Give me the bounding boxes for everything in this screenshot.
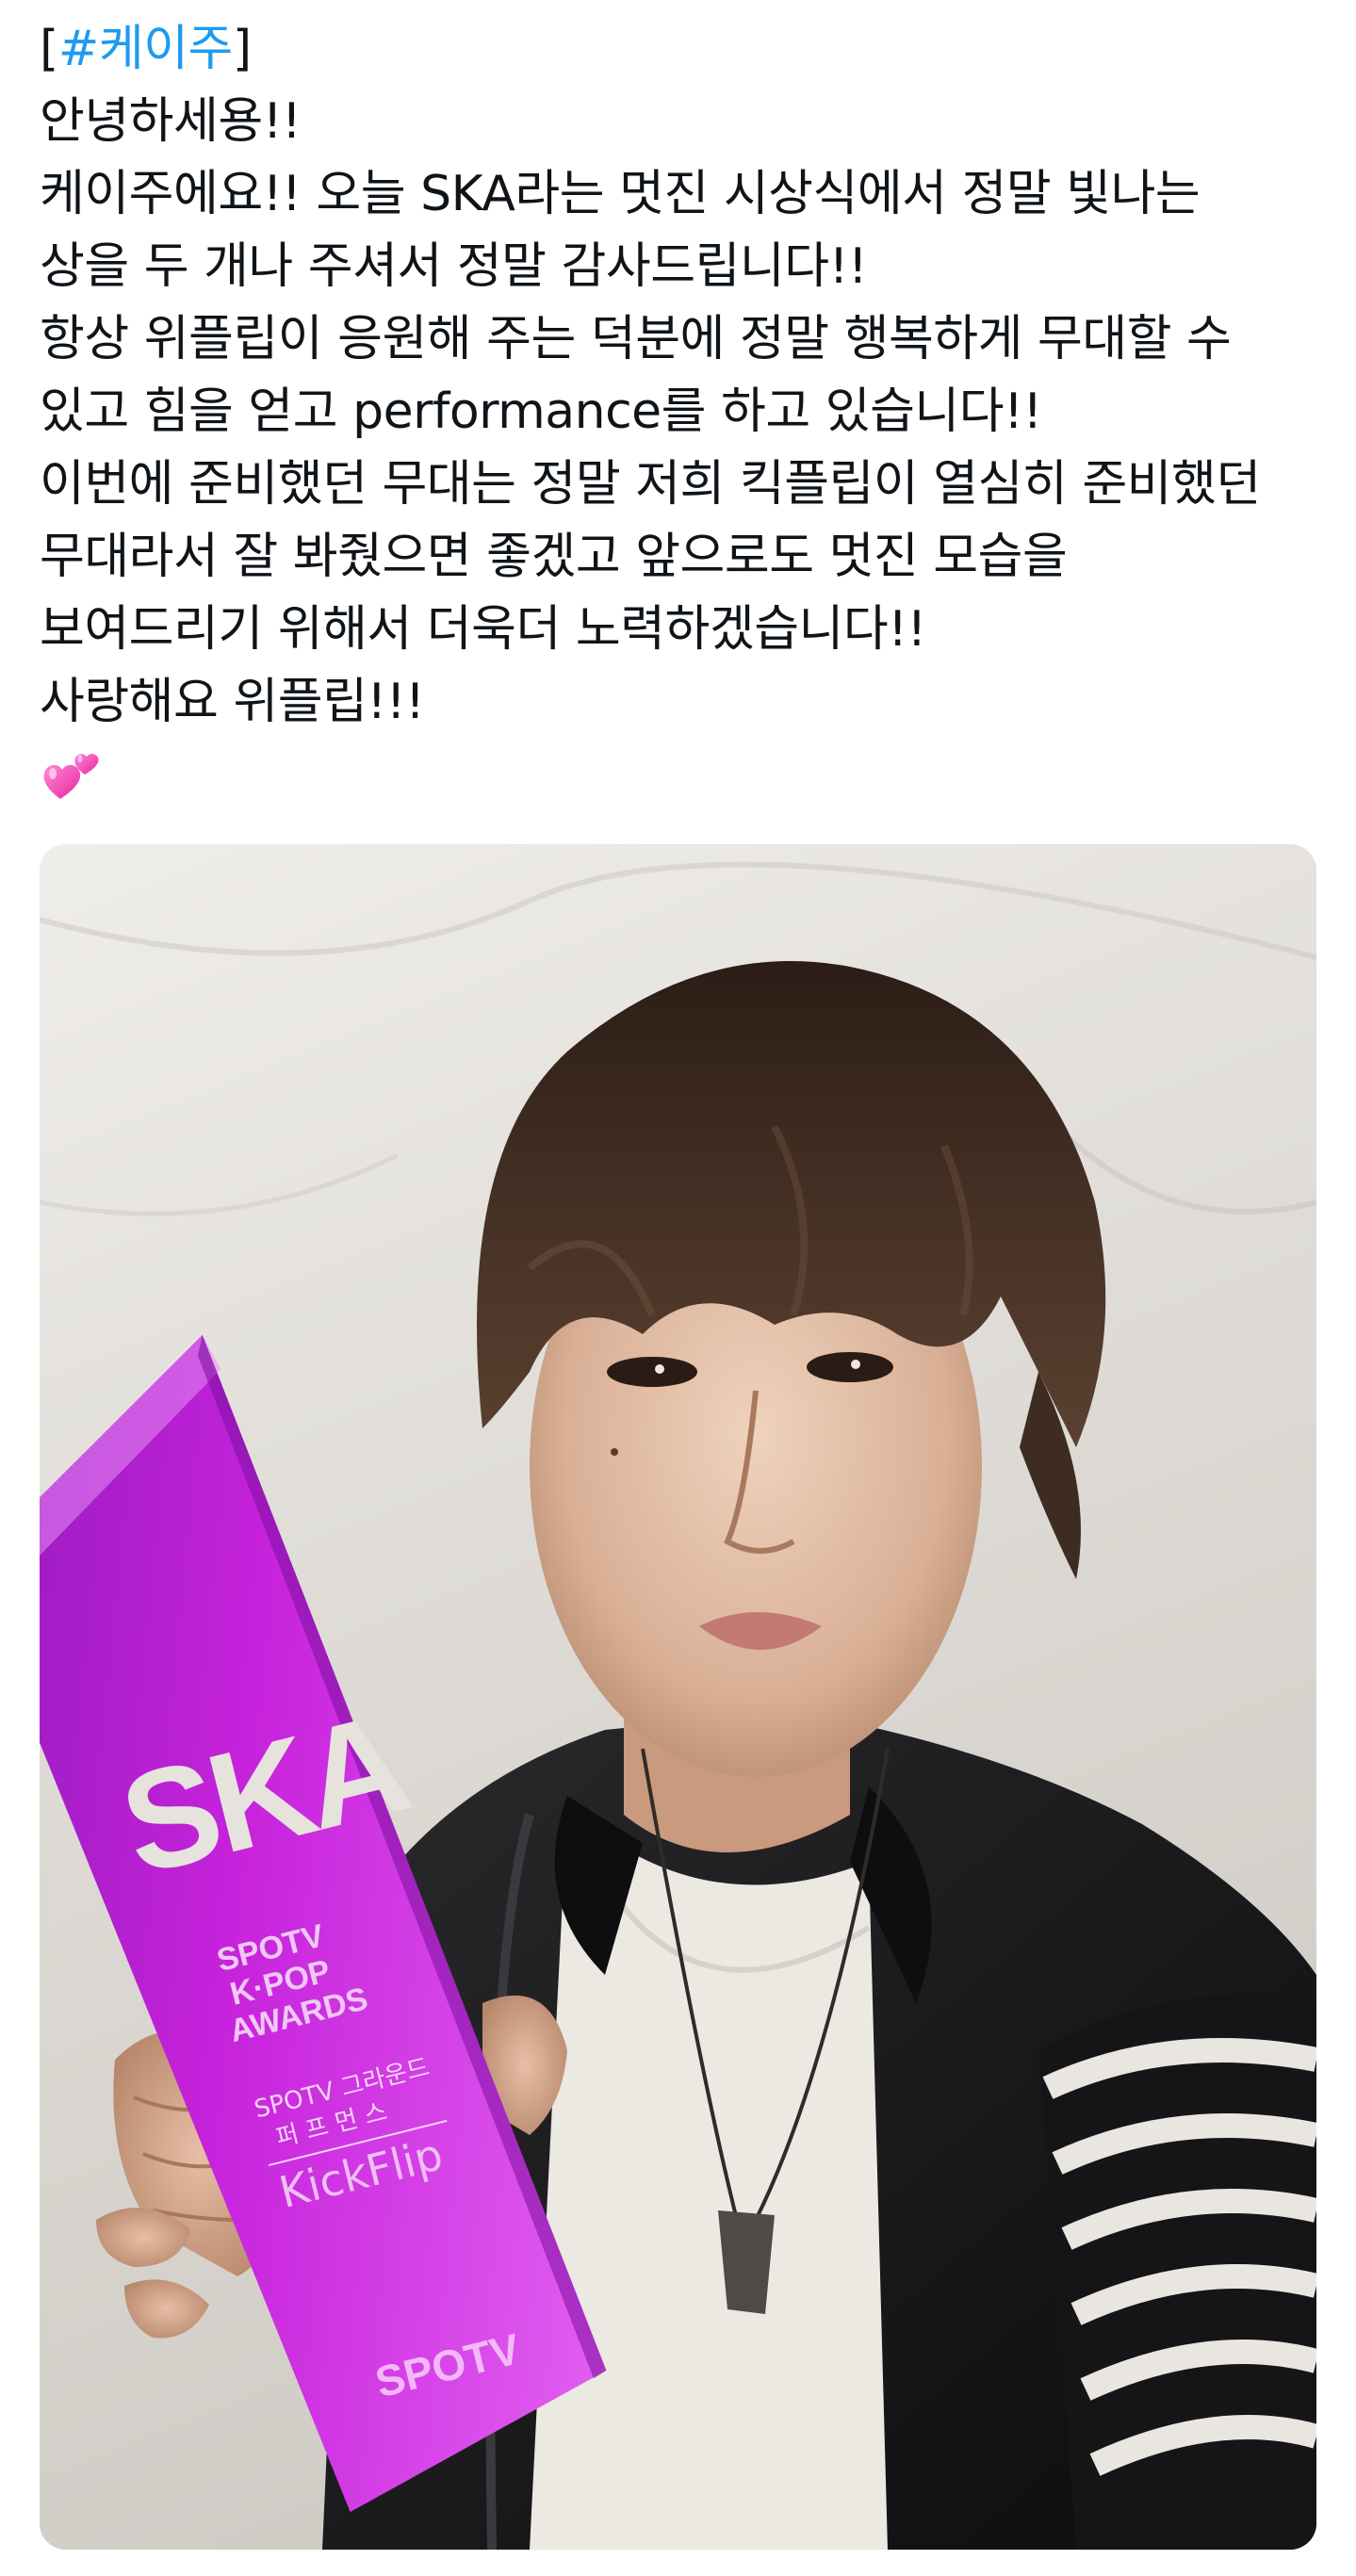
hashtag-line: [#케이주] (40, 13, 1321, 86)
post-line: 보여드리기 위해서 더욱더 노력하겠습니다!! (40, 601, 926, 658)
photo-illustration: SKA SPOTV K·POP AWARDS SPOTV 그라운드 퍼 프 먼 … (40, 844, 1316, 2550)
post-line: 케이주에요!! 오늘 SKA라는 멋진 시상식에서 정말 빛나는 (40, 166, 1201, 222)
post-line: 무대라서 잘 봐줬으면 좋겠고 앞으로도 멋진 모습을 (40, 529, 1068, 585)
post-line: 있고 힘을 얻고 performance를 하고 있습니다!! (40, 383, 1042, 440)
striped-sleeve (1038, 1995, 1316, 2550)
hashtag-bracket-open: [ (40, 21, 58, 77)
emoji-line (40, 739, 1321, 811)
post-line: 사랑해요 위플립!!! (40, 674, 425, 730)
post-photo[interactable]: SKA SPOTV K·POP AWARDS SPOTV 그라운드 퍼 프 먼 … (40, 844, 1316, 2550)
post-line: 항상 위플립이 응원해 주는 덕분에 정말 행복하게 무대할 수 (40, 311, 1232, 367)
two-hearts-icon (43, 754, 99, 799)
post-text: [#케이주] 안녕하세용!! 케이주에요!! 오늘 SKA라는 멋진 시상식에서… (40, 13, 1321, 811)
hashtag-link[interactable]: #케이주 (58, 21, 234, 77)
hashtag-bracket-close: ] (232, 21, 252, 77)
post-line: 이번에 준비했던 무대는 정말 저희 킥플립이 열심히 준비했던 (40, 456, 1261, 513)
post-line: 상을 두 개나 주셔서 정말 감사드립니다!! (40, 238, 868, 295)
post: [#케이주] 안녕하세용!! 케이주에요!! 오늘 SKA라는 멋진 시상식에서… (0, 0, 1356, 2576)
post-line: 안녕하세용!! (40, 93, 302, 150)
